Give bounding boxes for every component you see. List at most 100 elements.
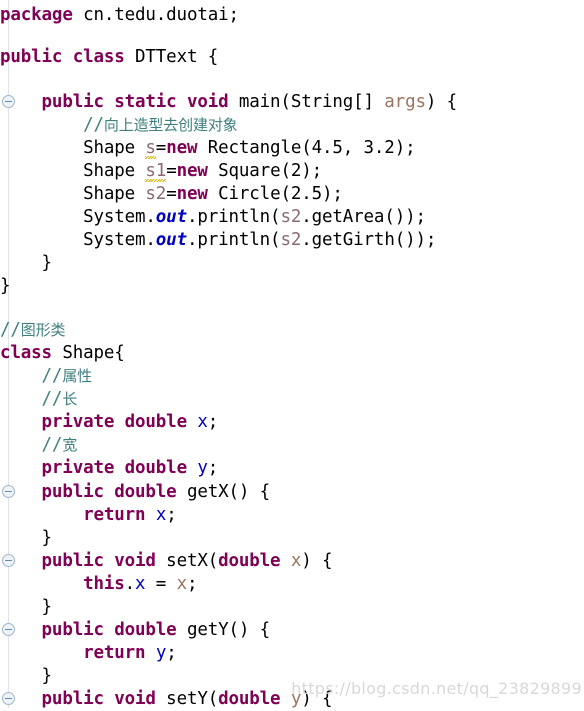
code-token-cmt-cjk: 向上造型去创建对象	[103, 116, 238, 134]
code-token-plain: setY(	[155, 689, 219, 709]
code-token-cmt: //	[0, 320, 21, 340]
code-token-cmt-cjk: 宽	[62, 436, 78, 454]
code-token-plain: getX() {	[176, 482, 271, 502]
code-line[interactable]: Shape s2=new Circle(2.5);	[0, 183, 584, 206]
code-token-kw: class	[0, 343, 52, 363]
code-token-plain: =	[145, 574, 177, 594]
code-line[interactable]: Shape s=new Rectangle(4.5, 3.2);	[0, 137, 584, 160]
code-token-plain: }	[0, 597, 53, 617]
code-token-statfield: out	[155, 230, 187, 250]
code-token-plain: Shape{	[51, 343, 125, 363]
code-line[interactable]: return x;	[0, 504, 584, 527]
code-token-plain: Shape	[0, 184, 146, 204]
code-line[interactable]: class Shape{	[0, 342, 584, 365]
code-token-param: args	[384, 92, 426, 112]
code-token-plain: cn.tedu.duotai;	[72, 5, 239, 25]
code-token-plain: =	[166, 161, 177, 181]
code-line[interactable]	[0, 69, 584, 92]
code-token-plain: =	[166, 184, 177, 204]
code-token-kw: new	[176, 161, 208, 181]
code-token-kw: new	[166, 138, 198, 158]
code-token-plain: .	[124, 574, 136, 594]
code-token-plain: DTText {	[124, 47, 219, 67]
code-line[interactable]	[0, 298, 584, 321]
code-token-cmt: //	[83, 115, 104, 135]
code-token-kw: public void	[41, 689, 156, 709]
code-token-plain: ;	[207, 458, 219, 478]
code-line[interactable]: public double getX() {	[0, 481, 584, 504]
code-token-kw: this	[83, 574, 125, 594]
code-line[interactable]: }	[0, 252, 584, 275]
code-line[interactable]: return y;	[0, 642, 584, 665]
code-token-local: s2	[280, 207, 302, 227]
code-token-field: x	[197, 412, 208, 432]
code-line[interactable]: //图形类	[0, 319, 584, 342]
code-line[interactable]: }	[0, 665, 584, 688]
code-token-kw: public class	[0, 47, 125, 67]
code-token-cmt-cjk: 图形类	[20, 321, 66, 339]
code-line[interactable]: private double y;	[0, 457, 584, 480]
code-token-cmt: //	[41, 389, 63, 409]
code-line[interactable]: //属性	[0, 365, 584, 388]
code-token-plain: }	[0, 276, 11, 296]
code-token-warn: s	[145, 138, 156, 158]
code-token-plain: ;	[166, 643, 177, 663]
code-token-plain: .getGirth());	[301, 230, 437, 250]
code-editor[interactable]: package cn.tedu.duotai; public class DTTe…	[0, 0, 584, 709]
code-token-cmt-cjk: 长	[62, 390, 78, 408]
code-line[interactable]: //向上造型去创建对象	[0, 114, 584, 137]
code-token-cmt: //	[41, 366, 63, 386]
code-token-kw: double	[218, 551, 281, 571]
code-token-kw: return	[83, 505, 146, 525]
code-line[interactable]: System.out.println(s2.getArea());	[0, 206, 584, 229]
code-line[interactable]: }	[0, 275, 584, 298]
code-token-cmt-cjk: 属性	[62, 367, 93, 385]
code-token-plain: Shape	[0, 161, 146, 181]
code-line[interactable]: }	[0, 596, 584, 619]
code-token-plain: main(String[]	[228, 92, 385, 112]
code-line[interactable]: package cn.tedu.duotai;	[0, 4, 584, 27]
code-token-plain: }	[0, 666, 53, 686]
code-line[interactable]: public class DTText {	[0, 46, 584, 69]
code-token-kw: public void	[41, 551, 156, 571]
code-token-plain: setX(	[155, 551, 219, 571]
code-line[interactable]: this.x = x;	[0, 573, 584, 596]
code-token-param: x	[290, 551, 302, 571]
code-line[interactable]: public double getY() {	[0, 619, 584, 642]
code-token-field: y	[155, 643, 167, 663]
code-token-plain: ;	[207, 412, 219, 432]
code-line[interactable]: //宽	[0, 434, 584, 457]
code-line[interactable]: System.out.println(s2.getGirth());	[0, 229, 584, 252]
code-line[interactable]: public static void main(String[] args) {	[0, 91, 584, 114]
code-token-plain: ) {	[301, 551, 333, 571]
code-token-plain: =	[155, 138, 167, 158]
code-token-local: s2	[280, 230, 302, 250]
source-code-area[interactable]: package cn.tedu.duotai; public class DTTe…	[0, 0, 584, 709]
code-token-plain: ;	[166, 505, 177, 525]
code-token-local: s2	[145, 184, 167, 204]
code-token-kw: public static void	[41, 92, 229, 112]
code-token-kw: double	[218, 689, 281, 709]
code-token-plain: }	[0, 253, 53, 273]
code-token-plain: Square(2);	[207, 161, 322, 181]
code-token-param: x	[176, 574, 188, 594]
code-token-plain: .println(	[186, 207, 281, 227]
code-token-plain: Shape	[0, 138, 146, 158]
code-token-kw: return	[83, 643, 146, 663]
code-line[interactable]: private double x;	[0, 411, 584, 434]
code-line[interactable]: }	[0, 527, 584, 550]
code-line[interactable]: //长	[0, 388, 584, 411]
code-line[interactable]: public void setX(double x) {	[0, 550, 584, 573]
code-line[interactable]: Shape s1=new Square(2);	[0, 160, 584, 183]
